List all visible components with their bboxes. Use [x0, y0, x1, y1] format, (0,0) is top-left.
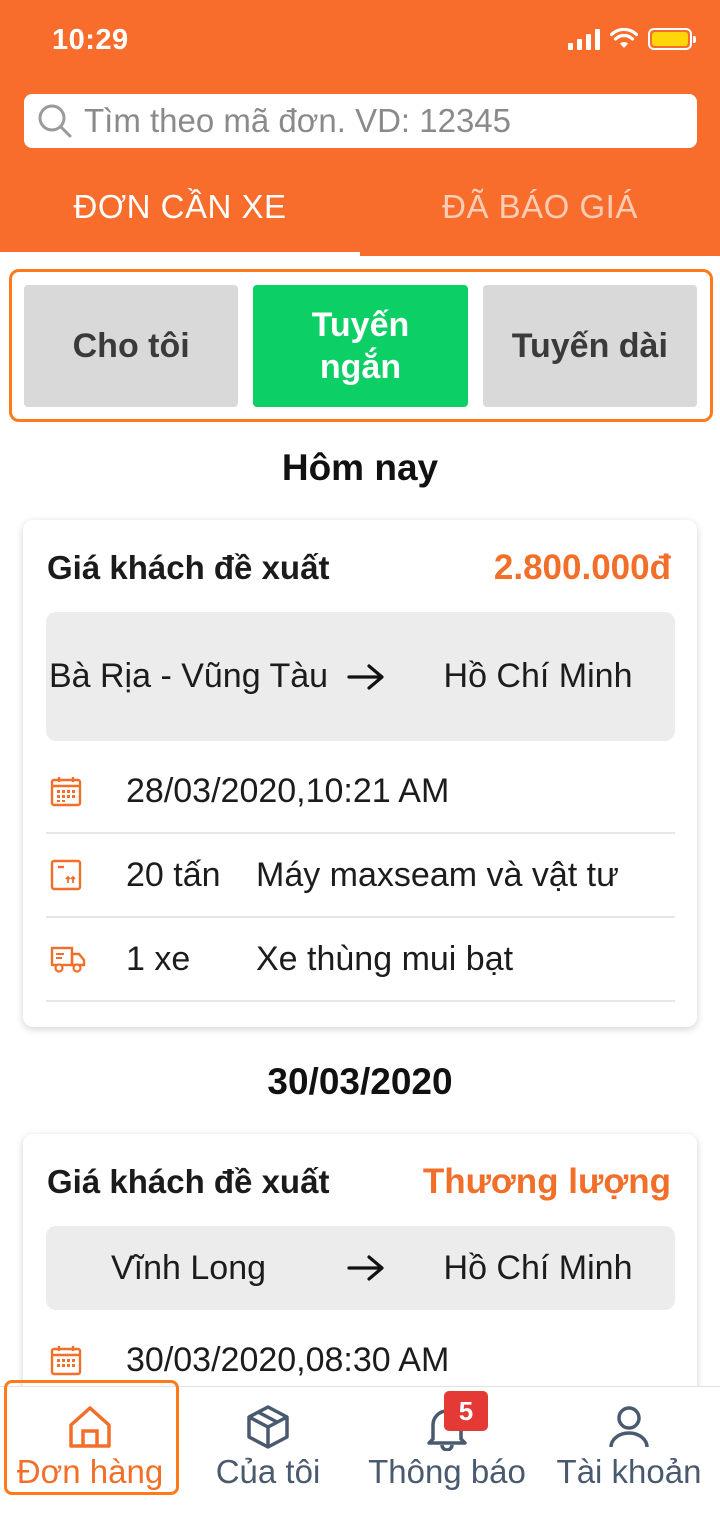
filter-cho-toi[interactable]: Cho tôi — [24, 285, 239, 407]
section-title-today: Hôm nay — [281, 447, 439, 488]
box-icon — [180, 1391, 356, 1451]
nav-label: Thông báo — [368, 1453, 526, 1490]
arrow-right-icon — [331, 1253, 401, 1283]
suggested-price-value: 2.800.000đ — [493, 548, 671, 587]
search-input[interactable] — [84, 102, 684, 140]
route-box: Vĩnh Long Hồ Chí Minh — [46, 1226, 675, 1310]
row-cargo: 20 tấn Máy maxseam và vật tư — [46, 834, 675, 918]
active-nav-highlight — [4, 1380, 179, 1495]
order-tabs: ĐƠN CẦN XE ĐÃ BÁO GIÁ — [0, 168, 720, 256]
nav-thong-bao[interactable]: 5 Thông báo — [356, 1387, 538, 1520]
suggested-price-value: Thương lượng — [422, 1162, 671, 1201]
vehicle-type: Xe thùng mui bạt — [256, 939, 514, 978]
app-header: 10:29 ĐƠN CẦN XE ĐÃ BÁO GIÁ — [0, 0, 720, 256]
order-card[interactable]: Giá khách đề xuất 2.800.000đ Bà Rịa - Vũ… — [23, 520, 697, 1027]
pickup-datetime: 28/03/2020,10:21 AM — [126, 771, 450, 810]
cargo-weight: 20 tấn — [126, 855, 221, 894]
user-icon — [538, 1391, 720, 1451]
nav-label: Của tôi — [215, 1453, 321, 1490]
arrow-right-icon — [331, 662, 401, 692]
route-to: Hồ Chí Minh — [443, 657, 633, 696]
search-icon — [38, 104, 72, 138]
status-time: 10:29 — [52, 24, 129, 56]
notification-badge: 5 — [444, 1391, 488, 1431]
nav-cua-toi[interactable]: Của tôi — [180, 1387, 356, 1520]
calendar-icon — [46, 1344, 126, 1376]
card-header: Giá khách đề xuất 2.800.000đ — [47, 548, 671, 588]
route-filter: Cho tôi Tuyến ngắn Tuyến dài — [9, 269, 713, 422]
vehicle-count: 1 xe — [126, 939, 191, 978]
route-from: Bà Rịa - Vũng Tàu — [48, 657, 329, 696]
filter-tuyen-ngan[interactable]: Tuyến ngắn — [253, 285, 468, 407]
filter-tuyen-dai[interactable]: Tuyến dài — [482, 285, 697, 407]
battery-icon — [648, 28, 696, 50]
nav-tai-khoan[interactable]: Tài khoản — [538, 1387, 720, 1520]
card-header: Giá khách đề xuất Thương lượng — [47, 1162, 671, 1202]
calendar-icon — [46, 775, 126, 807]
truck-icon — [46, 944, 126, 974]
pickup-datetime: 30/03/2020,08:30 AM — [126, 1340, 450, 1379]
cargo-description: Máy maxseam và vật tư — [256, 855, 619, 894]
tab-da-bao-gia[interactable]: ĐÃ BÁO GIÁ — [360, 168, 720, 256]
route-from: Vĩnh Long — [110, 1248, 267, 1287]
row-vehicle: 1 xe Xe thùng mui bạt — [46, 918, 675, 1002]
row-datetime: 28/03/2020,10:21 AM — [46, 750, 675, 834]
suggested-price-label: Giá khách đề xuất — [47, 549, 330, 586]
section-title-date: 30/03/2020 — [267, 1061, 453, 1102]
route-to: Hồ Chí Minh — [443, 1248, 633, 1287]
route-box: Bà Rịa - Vũng Tàu Hồ Chí Minh — [46, 612, 675, 741]
filter-tuyen-ngan-label: Tuyến ngắn — [311, 305, 410, 387]
status-bar: 10:29 — [0, 0, 720, 84]
wifi-icon — [610, 28, 638, 48]
status-icons — [568, 28, 696, 50]
cellular-signal-icon — [568, 28, 600, 50]
search-bar[interactable] — [24, 94, 697, 148]
package-icon — [46, 859, 126, 891]
suggested-price-label: Giá khách đề xuất — [47, 1163, 330, 1200]
tab-don-can-xe[interactable]: ĐƠN CẦN XE — [0, 168, 360, 256]
nav-label: Tài khoản — [556, 1453, 702, 1490]
